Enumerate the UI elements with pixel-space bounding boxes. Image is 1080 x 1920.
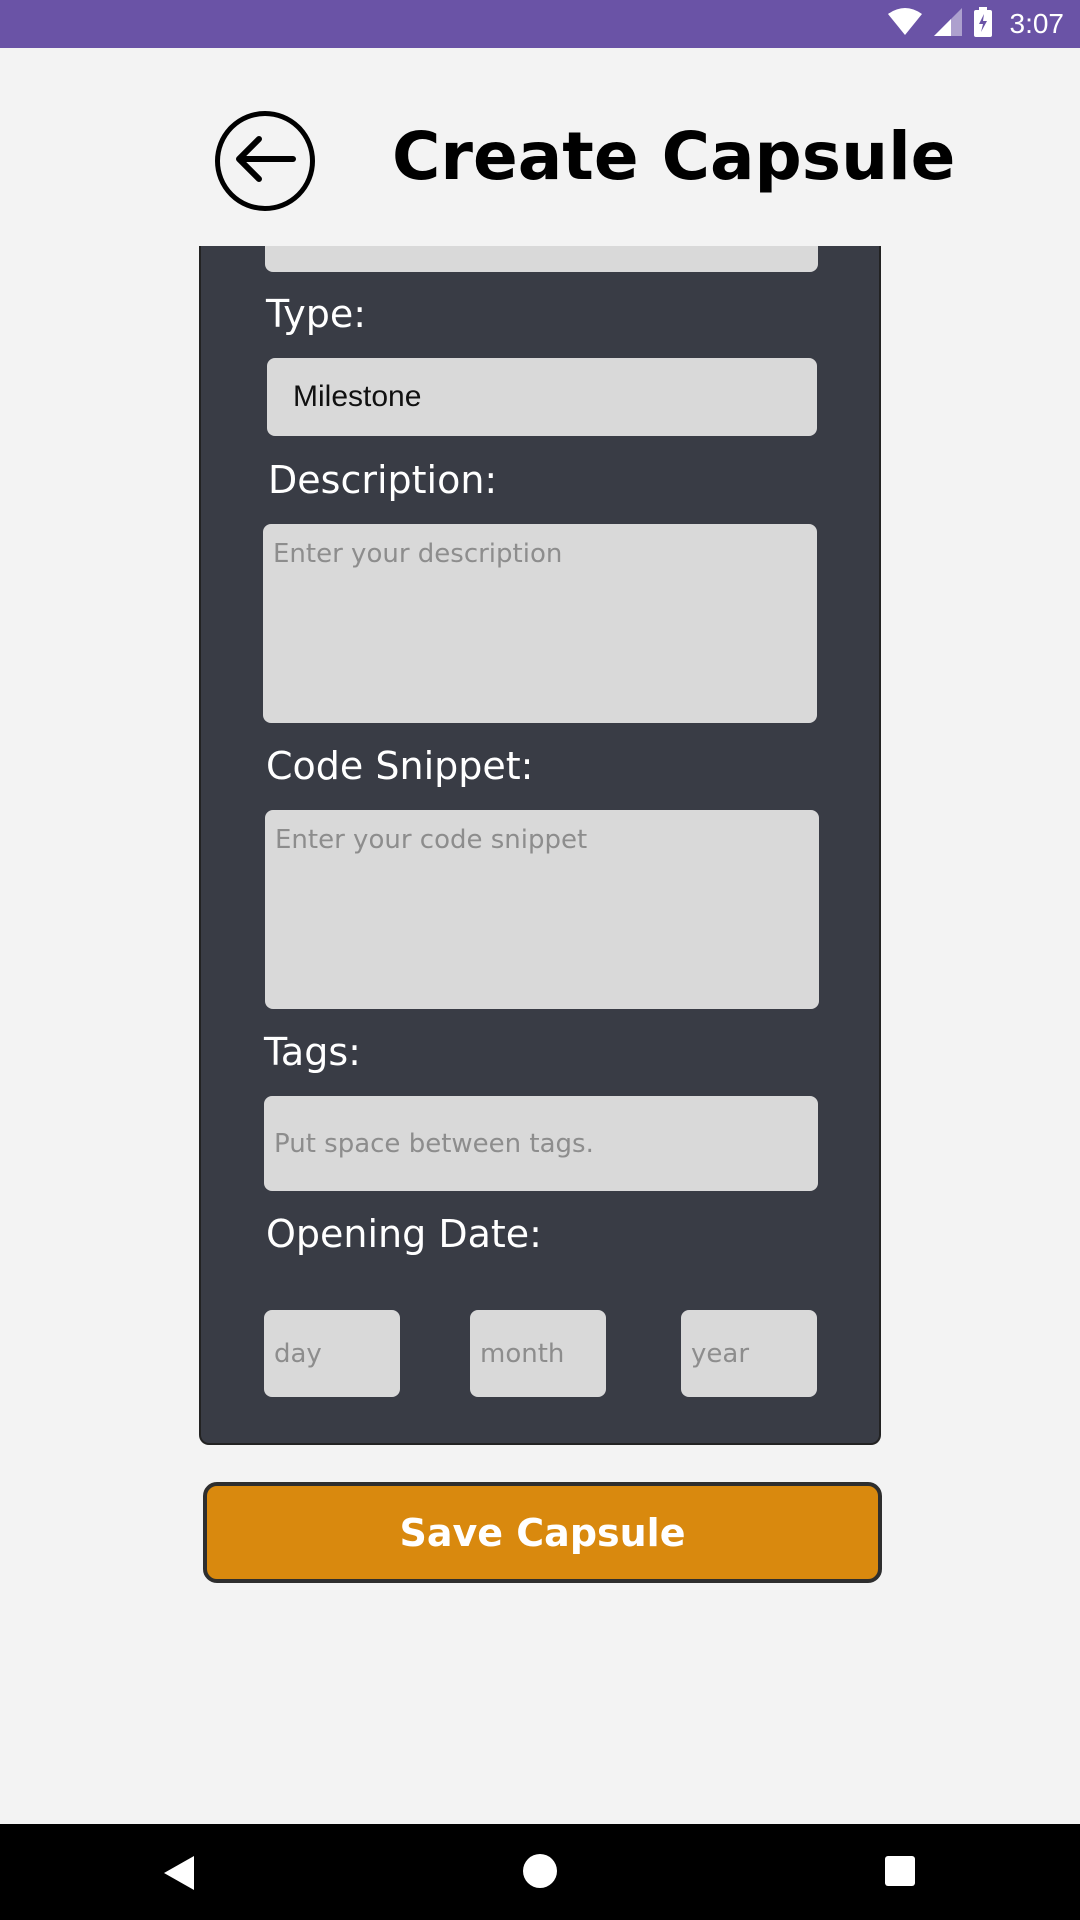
status-icons: 3:07 bbox=[887, 0, 1065, 48]
year-placeholder: year bbox=[691, 1338, 750, 1369]
title-field[interactable] bbox=[265, 246, 818, 272]
description-placeholder: Enter your description bbox=[273, 539, 563, 569]
nav-back-icon[interactable] bbox=[162, 1854, 196, 1896]
nav-bar bbox=[0, 1824, 1080, 1920]
code-snippet-placeholder: Enter your code snippet bbox=[275, 825, 588, 855]
code-snippet-field[interactable]: Enter your code snippet bbox=[265, 810, 819, 1009]
month-placeholder: month bbox=[480, 1338, 565, 1369]
tags-placeholder: Put space between tags. bbox=[274, 1128, 594, 1159]
type-label: Type: bbox=[266, 292, 367, 336]
type-select[interactable]: Milestone bbox=[267, 358, 817, 436]
day-placeholder: day bbox=[274, 1338, 322, 1369]
page-title: Create Capsule bbox=[392, 118, 956, 195]
tags-field[interactable]: Put space between tags. bbox=[264, 1096, 818, 1191]
status-time: 3:07 bbox=[1009, 8, 1065, 39]
opening-date-label: Opening Date: bbox=[266, 1212, 542, 1256]
save-capsule-button[interactable]: Save Capsule bbox=[203, 1482, 882, 1583]
nav-home-icon[interactable] bbox=[522, 1853, 558, 1893]
capsule-form-panel: Type: Milestone Description: Enter your … bbox=[199, 246, 881, 1445]
year-field[interactable]: year bbox=[681, 1310, 817, 1397]
nav-recents-icon[interactable] bbox=[884, 1855, 916, 1891]
month-field[interactable]: month bbox=[470, 1310, 606, 1397]
cell-signal-icon bbox=[933, 8, 962, 40]
day-field[interactable]: day bbox=[264, 1310, 400, 1397]
arrow-left-icon bbox=[233, 134, 297, 188]
back-button[interactable] bbox=[215, 111, 315, 211]
wifi-icon bbox=[887, 8, 922, 40]
battery-charging-icon bbox=[973, 7, 992, 41]
status-bar: 3:07 bbox=[0, 0, 1080, 48]
tags-label: Tags: bbox=[264, 1030, 361, 1074]
description-label: Description: bbox=[268, 458, 498, 502]
type-value: Milestone bbox=[293, 380, 422, 413]
description-field[interactable]: Enter your description bbox=[263, 524, 817, 723]
code-snippet-label: Code Snippet: bbox=[266, 744, 534, 788]
